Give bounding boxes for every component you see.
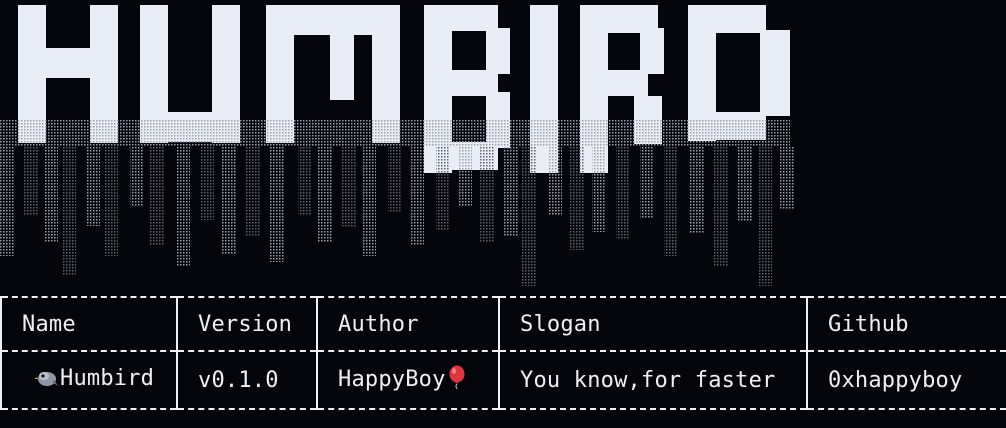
banner-letter-i [530,5,558,173]
info-table: Name Version Author Slogan Github Humbir… [0,296,1006,410]
cell-author-text: HappyBoy [338,367,446,392]
banner-letter-u [212,5,240,143]
table-header-row: Name Version Author Slogan Github [0,296,1006,352]
banner-letter-r [608,70,648,96]
banner-drip [480,146,494,242]
cell-author: HappyBoy [316,350,500,410]
cell-slogan: You know,for faster [498,350,808,410]
banner-drip [270,146,284,262]
banner-drip [176,146,190,266]
header-version: Version [176,296,318,352]
banner-drip [130,146,144,206]
banner-drip [318,146,332,242]
banner-letter-u [140,5,168,143]
banner-letter-b [452,5,498,31]
banner-drip [0,146,14,256]
banner-drip [522,146,536,286]
header-name: Name [0,296,178,352]
balloon-icon [448,365,466,395]
banner-letter-h [90,5,118,143]
banner-drip [62,146,76,276]
banner-letter-r [580,5,608,173]
banner-drip [86,146,100,226]
banner-drip [458,146,472,206]
banner-letter-d [760,30,790,116]
banner-drip [246,146,260,236]
banner-letter-b [486,28,510,74]
banner-letter-m [372,5,400,143]
header-author: Author [316,296,500,352]
banner-drip [570,146,584,250]
bird-icon [34,368,58,394]
banner-drip [690,146,704,234]
ascii-banner-graphic [0,5,794,286]
banner-letters [18,5,790,173]
banner-letter-r [640,28,664,74]
banner-letter-r [608,5,658,33]
banner-drip [758,146,772,286]
banner-letter-d [688,5,716,141]
banner-shade [0,120,790,146]
header-github: Github [806,296,1006,352]
banner-letter-d [716,112,766,140]
banner-drip [342,146,356,228]
banner-drip [548,146,562,216]
banner-letter-h [46,48,94,78]
banner-drip [150,146,164,246]
banner-letter-b [452,142,498,170]
banner-letter-b [424,5,452,173]
banner-drip [738,146,752,222]
cell-github[interactable]: 0xhappyboy [806,350,1006,410]
banner-drip [616,146,630,240]
banner-drip [222,146,236,254]
table-row: Humbird v0.1.0 HappyBoy You know,for fas… [0,350,1006,410]
banner-drips [0,120,794,286]
cell-name: Humbird [0,350,178,410]
banner-letter-u [168,112,226,142]
header-slogan: Slogan [498,296,808,352]
terminal-window: Name Version Author Slogan Github Humbir… [0,0,1006,428]
ascii-banner [0,0,1006,290]
banner-drip [780,146,794,210]
banner-drip [200,146,214,220]
banner-letter-r [634,96,662,144]
banner-drip [298,146,312,216]
banner-drip [410,146,424,246]
banner-drip [504,146,518,236]
banner-drip [592,146,606,232]
cell-version: v0.1.0 [176,350,318,410]
banner-drip [362,146,376,256]
cell-name-text: Humbird [60,366,155,391]
banner-letter-h [18,5,46,143]
banner-drip [436,146,450,230]
banner-drip [24,146,38,216]
banner-letter-d [716,5,766,33]
banner-letter-m [266,5,294,143]
banner-letter-b [486,92,510,148]
banner-drip [714,146,728,266]
banner-drip [104,146,118,256]
banner-drip [388,146,402,212]
banner-drip [44,146,58,242]
banner-letter-b [452,70,498,96]
banner-letter-m [330,30,354,100]
banner-drip [640,146,654,218]
banner-letter-m [294,5,386,35]
banner-drip [664,146,678,256]
